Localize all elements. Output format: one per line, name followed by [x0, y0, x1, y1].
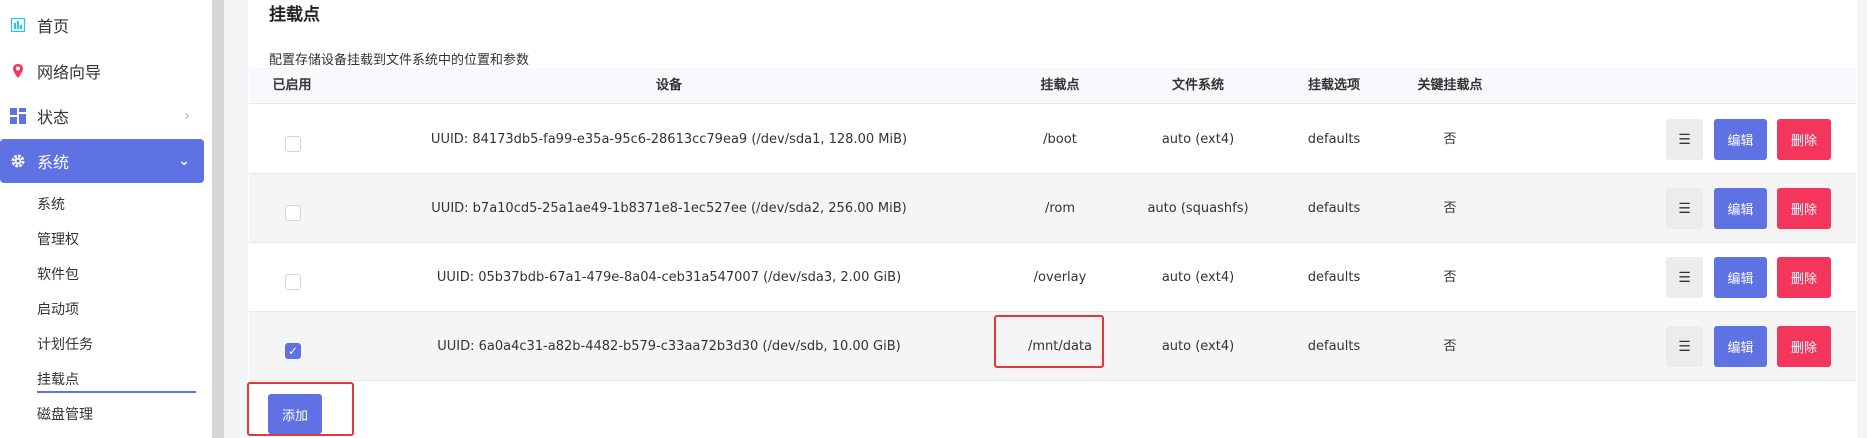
delete-button[interactable]: 删除 — [1777, 257, 1831, 298]
critical-cell: 否 — [1443, 270, 1457, 285]
section-title: 挂载点 — [269, 5, 320, 25]
edit-button[interactable]: 编辑 — [1714, 188, 1767, 229]
sidebar-subitem-packages[interactable]: 软件包 — [37, 264, 79, 284]
grid-icon — [10, 108, 26, 124]
options-cell: defaults — [1307, 270, 1361, 285]
enabled-checkbox[interactable] — [285, 136, 301, 152]
section-description: 配置存储设备挂载到文件系统中的位置和参数 — [269, 53, 530, 68]
header-mountpoint: 挂载点 — [1040, 78, 1080, 93]
critical-cell: 否 — [1443, 339, 1457, 354]
critical-cell: 否 — [1443, 201, 1457, 216]
edit-button[interactable]: 编辑 — [1714, 119, 1767, 160]
sidebar-item-home[interactable]: 首页 — [0, 3, 204, 47]
filesystem-cell: auto (ext4) — [1161, 270, 1235, 285]
sidebar-scrollbar[interactable] — [212, 0, 224, 438]
table-row: UUID: 84173db5-fa99-e35a-95c6-28613cc79e… — [249, 105, 1856, 174]
sidebar-item-system[interactable]: 系统 ⌄ — [0, 139, 204, 183]
table-header: 已启用 设备 挂载点 文件系统 挂载选项 关键挂载点 — [249, 68, 1856, 104]
sidebar-subitem-system[interactable]: 系统 — [37, 194, 65, 214]
gear-icon — [10, 153, 26, 169]
table-row: UUID: 05b37bdb-67a1-479e-8a04-ceb31a5470… — [249, 243, 1856, 312]
enabled-checkbox[interactable] — [285, 205, 301, 221]
device-cell: UUID: 05b37bdb-67a1-479e-8a04-ceb31a5470… — [436, 270, 902, 285]
header-critical: 关键挂载点 — [1417, 78, 1483, 93]
options-cell: defaults — [1307, 201, 1361, 216]
more-button[interactable]: ☰ — [1666, 257, 1703, 298]
sidebar-subitem-scheduled-tasks[interactable]: 计划任务 — [37, 334, 93, 354]
sidebar: 首页 网络向导 状态 › 系统 ⌄ 系统 管理权 软件包 启动项 计划任务 挂载… — [0, 0, 212, 438]
sidebar-item-label: 状态 — [37, 108, 70, 127]
chevron-down-icon: ⌄ — [178, 153, 190, 169]
sidebar-item-label: 首页 — [37, 17, 70, 36]
mountpoint-cell: /overlay — [1033, 270, 1087, 285]
edit-button[interactable]: 编辑 — [1714, 257, 1767, 298]
delete-button[interactable]: 删除 — [1777, 326, 1831, 367]
page-right-edge — [1857, 0, 1867, 438]
mountpoint-cell: /rom — [1044, 201, 1076, 216]
chevron-right-icon: › — [184, 108, 190, 124]
filesystem-cell: auto (ext4) — [1161, 132, 1235, 147]
filesystem-cell: auto (squashfs) — [1147, 201, 1249, 216]
device-cell: UUID: 84173db5-fa99-e35a-95c6-28613cc79e… — [430, 132, 908, 147]
sidebar-subitem-admin[interactable]: 管理权 — [37, 229, 79, 249]
more-button[interactable]: ☰ — [1666, 326, 1703, 367]
options-cell: defaults — [1307, 339, 1361, 354]
enabled-checkbox-checked[interactable]: ✓ — [285, 343, 301, 359]
mountpoint-cell: /boot — [1043, 132, 1077, 147]
sidebar-subitem-mountpoints[interactable]: 挂载点 — [37, 369, 196, 393]
sidebar-subitem-startup[interactable]: 启动项 — [37, 299, 79, 319]
device-cell: UUID: b7a10cd5-25a1ae49-1b8371e8-1ec527e… — [431, 201, 907, 216]
table-row: ✓ UUID: 6a0a4c31-a82b-4482-b579-c33aa72b… — [249, 312, 1856, 381]
more-button[interactable]: ☰ — [1666, 188, 1703, 229]
edit-button[interactable]: 编辑 — [1714, 326, 1767, 367]
filesystem-cell: auto (ext4) — [1161, 339, 1235, 354]
sidebar-item-label: 系统 — [37, 153, 70, 172]
sidebar-subitem-disk-management[interactable]: 磁盘管理 — [37, 404, 93, 424]
sidebar-item-network-wizard[interactable]: 网络向导 — [0, 49, 204, 93]
enabled-checkbox[interactable] — [285, 274, 301, 290]
delete-button[interactable]: 删除 — [1777, 119, 1831, 160]
mountpoint-cell: /mnt/data — [1027, 339, 1093, 354]
more-button[interactable]: ☰ — [1666, 119, 1703, 160]
sidebar-item-label: 网络向导 — [37, 63, 102, 82]
delete-button[interactable]: 删除 — [1777, 188, 1831, 229]
critical-cell: 否 — [1443, 132, 1457, 147]
header-device: 设备 — [655, 78, 683, 93]
location-pin-icon — [10, 63, 26, 79]
dashboard-icon — [10, 17, 26, 33]
header-options: 挂载选项 — [1307, 78, 1361, 93]
options-cell: defaults — [1307, 132, 1361, 147]
sidebar-item-status[interactable]: 状态 › — [0, 94, 204, 138]
add-button[interactable]: 添加 — [268, 394, 322, 434]
header-filesystem: 文件系统 — [1171, 78, 1225, 93]
device-cell: UUID: 6a0a4c31-a82b-4482-b579-c33aa72b3d… — [437, 339, 901, 354]
header-enabled: 已启用 — [272, 78, 312, 93]
table-row: UUID: b7a10cd5-25a1ae49-1b8371e8-1ec527e… — [249, 174, 1856, 243]
